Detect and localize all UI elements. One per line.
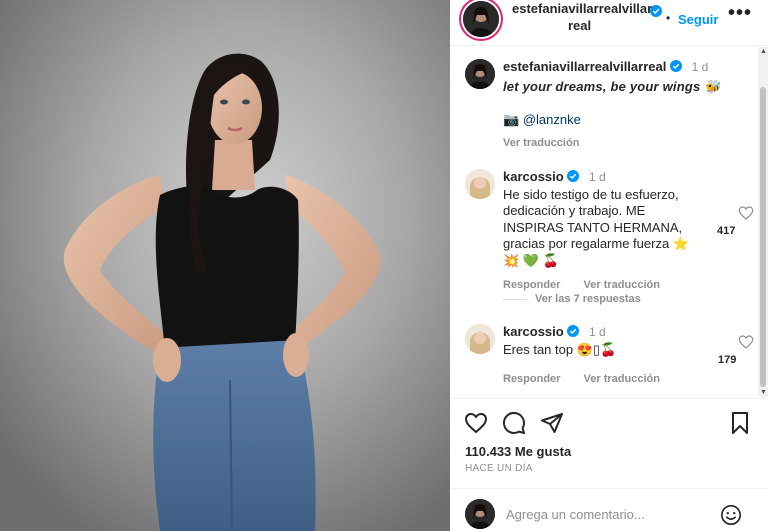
post-side-panel: estefaniavillarrealvillar real • Seguir … [450, 0, 768, 531]
comment-like-heart-icon[interactable] [738, 334, 754, 350]
author-username-line2: real [568, 18, 592, 33]
verified-badge-icon [567, 325, 580, 337]
comment-like-heart-icon[interactable] [738, 205, 754, 221]
emoji-picker-icon[interactable] [720, 504, 742, 526]
comment-username[interactable]: karcossio [503, 169, 564, 184]
comment-text: He sido testigo de tu esfuerzo, dedicaci… [503, 186, 689, 268]
follow-button[interactable]: Seguir [678, 12, 718, 27]
bookmark-icon[interactable] [728, 411, 752, 435]
comment-text: Eres tan top 😍▯🍒 [503, 341, 617, 357]
add-comment-bar [450, 488, 768, 531]
verified-badge-icon [669, 60, 682, 72]
comment-icon[interactable] [502, 411, 526, 435]
replies-divider-line [503, 298, 527, 300]
comments-list[interactable]: estefaniavillarrealvillarreal 1 d let yo… [450, 47, 760, 397]
post-header: estefaniavillarrealvillar real • Seguir … [450, 0, 768, 46]
caption-username[interactable]: estefaniavillarrealvillarreal [503, 59, 666, 74]
current-user-avatar [465, 499, 495, 529]
photographer-mention-link[interactable]: @lanznke [523, 112, 581, 127]
translate-link[interactable]: Ver traducción [584, 279, 660, 291]
author-username-line1: estefaniavillarrealvillar [512, 1, 653, 16]
more-options-icon[interactable]: ••• [728, 2, 752, 25]
caption-time[interactable]: 1 d [692, 60, 709, 74]
scroll-up-icon[interactable]: ▲ [760, 48, 767, 55]
comment-username[interactable]: karcossio [503, 324, 564, 339]
post-like-count[interactable]: 110.433 Me gusta [465, 444, 571, 459]
scrollbar-thumb[interactable] [760, 87, 766, 387]
comments-scrollbar[interactable]: ▲ ▼ [758, 47, 768, 397]
verified-badge-icon [567, 170, 580, 182]
camera-emoji-icon: 📷 [503, 112, 520, 127]
author-avatar[interactable] [463, 1, 499, 37]
verified-badge-icon [650, 5, 662, 17]
translate-link[interactable]: Ver traducción [584, 373, 660, 385]
separator-dot: • [666, 11, 671, 25]
comment-like-count: 417 [717, 225, 736, 237]
post-timestamp[interactable]: HACE UN DÍA [465, 463, 533, 474]
reply-button[interactable]: Responder [503, 373, 560, 385]
commenter-avatar[interactable] [465, 169, 495, 199]
reply-button[interactable]: Responder [503, 279, 560, 291]
author-username[interactable]: estefaniavillarrealvillar real [512, 0, 672, 34]
post-photo[interactable] [0, 0, 450, 531]
woman-portrait-illustration [0, 0, 450, 531]
post-actions: 110.433 Me gusta HACE UN DÍA [450, 398, 768, 478]
add-comment-input[interactable] [506, 503, 706, 525]
comment-like-count: 179 [718, 354, 737, 366]
comment-time[interactable]: 1 d [589, 325, 606, 339]
caption-avatar[interactable] [465, 59, 495, 89]
heart-icon[interactable] [464, 411, 488, 435]
caption-translate-link[interactable]: Ver traducción [503, 137, 579, 149]
commenter-avatar[interactable] [465, 324, 495, 354]
view-replies-button[interactable]: Ver las 7 respuestas [503, 293, 641, 305]
scroll-down-icon[interactable]: ▼ [760, 389, 767, 396]
view-replies-label: Ver las 7 respuestas [535, 293, 641, 305]
share-icon[interactable] [540, 411, 564, 435]
caption-text: let your dreams, be your wings 🐝 [503, 78, 721, 94]
comment-time[interactable]: 1 d [589, 170, 606, 184]
